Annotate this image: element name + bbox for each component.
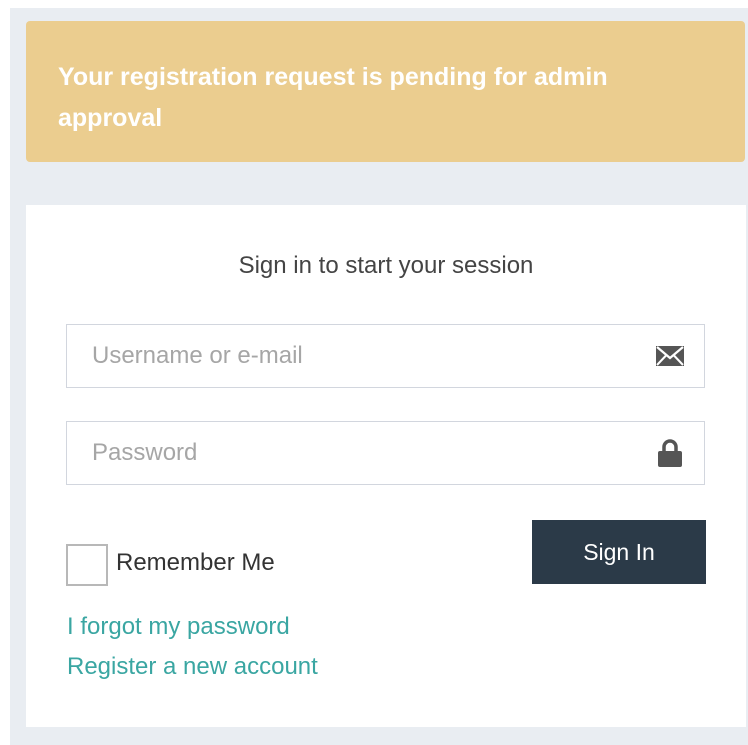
forgot-password-link[interactable]: I forgot my password: [67, 612, 290, 642]
username-field-group: [66, 324, 705, 388]
username-input[interactable]: [67, 325, 704, 387]
login-box: Sign in to start your session Remember M…: [26, 205, 746, 727]
remember-me-label[interactable]: Remember Me: [116, 549, 275, 577]
register-account-link[interactable]: Register a new account: [67, 652, 318, 682]
alert-message: Your registration request is pending for…: [58, 63, 608, 132]
remember-me-checkbox[interactable]: [66, 543, 108, 586]
password-field-group: [66, 421, 705, 485]
lock-icon: [654, 437, 686, 469]
password-input[interactable]: [67, 422, 704, 484]
remember-me: Remember Me: [66, 542, 275, 587]
login-box-message: Sign in to start your session: [238, 252, 534, 279]
pending-approval-alert: Your registration request is pending for…: [26, 21, 745, 162]
sign-in-button[interactable]: Sign In: [532, 520, 706, 584]
envelope-icon: [654, 340, 686, 372]
